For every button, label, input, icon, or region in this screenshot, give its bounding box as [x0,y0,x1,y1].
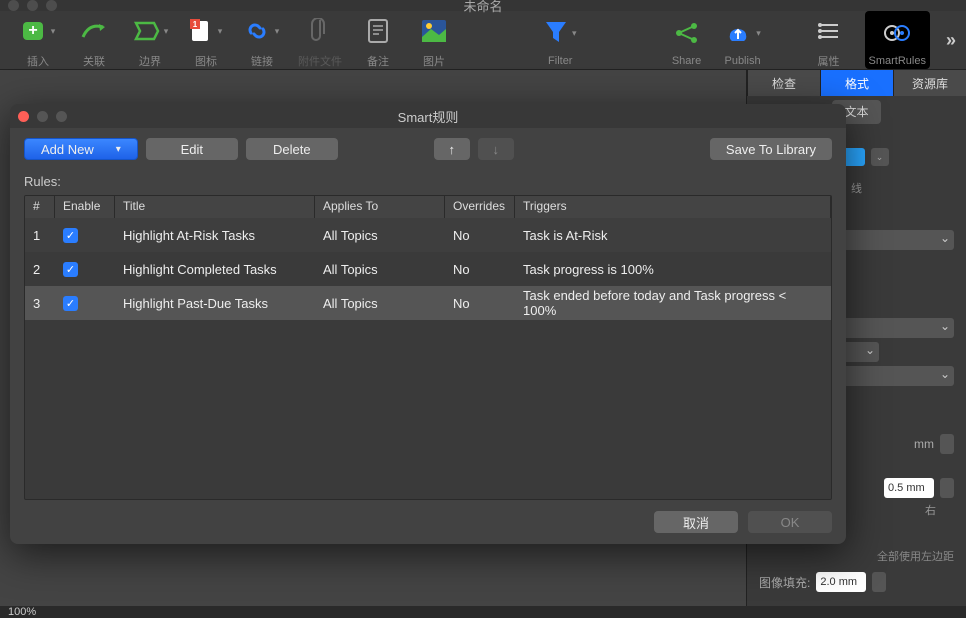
table-row[interactable]: 3 ✓ Highlight Past-Due TasksAll TopicsNoTa… [25,286,831,320]
tool-props[interactable]: 属性 [809,11,849,69]
tool-image[interactable]: 图片 [414,11,454,69]
modal-close[interactable] [18,111,29,122]
modal-min [37,111,48,122]
svg-text:+: + [28,22,37,39]
toolbar: + ▾ 插入 关联 ▾ 边界 1 ▾ 图标 [0,11,966,70]
smartrules-modal: Smart规则 Add New▾ Edit Delete ↑ ↓ Save To… [10,104,846,544]
cancel-button[interactable]: 取消 [654,511,738,533]
checkbox-icon[interactable]: ✓ [63,296,78,311]
stepper-1[interactable] [940,434,954,454]
cell-num: 3 [25,296,55,311]
cell-overrides: No [445,296,515,311]
chevron-down-icon: ▾ [218,26,223,37]
window-title: 未命名 [463,0,502,15]
chevron-down-icon: ▾ [116,144,121,155]
cell-num: 1 [25,228,55,243]
cell-title: Highlight Past-Due Tasks [115,296,315,311]
edit-button[interactable]: Edit [146,138,238,160]
image-fill-input[interactable]: 2.0 mm [816,572,866,592]
cell-applies: All Topics [315,296,445,311]
cell-enable[interactable]: ✓ [55,227,115,243]
rules-table: # Enable Title Applies To Overrides Trig… [24,195,832,500]
tool-publish[interactable]: ▾ Publish [723,13,763,67]
statusbar: 100% [0,606,966,618]
ok-button: OK [748,511,832,533]
cell-triggers: Task is At-Risk [515,228,831,243]
close-window[interactable] [8,0,19,11]
cell-applies: All Topics [315,228,445,243]
image-fill-label: 图像填充: [759,574,810,591]
tool-attach: 附件文件 [298,11,342,69]
panel-tab-format[interactable]: 格式 [820,70,893,96]
col-enable[interactable]: Enable [55,196,115,218]
mm-label: mm [914,437,934,451]
tool-marker[interactable]: 1 ▾ 图标 [186,11,226,69]
col-title[interactable]: Title [115,196,315,218]
tool-relate[interactable]: 关联 [74,11,114,69]
panel-tab-library[interactable]: 资源库 [893,70,966,96]
stroke-dropdown[interactable]: ⌄ [871,148,889,166]
col-num[interactable]: # [25,196,55,218]
cell-overrides: No [445,262,515,277]
move-up-button[interactable]: ↑ [434,138,470,160]
save-to-library-button[interactable]: Save To Library [710,138,832,160]
add-new-button[interactable]: Add New▾ [24,138,138,160]
tool-boundary[interactable]: ▾ 边界 [130,11,170,69]
cell-title: Highlight At-Risk Tasks [115,228,315,243]
tool-filter[interactable]: ▾ Filter [540,13,580,67]
zoom-level[interactable]: 100% [8,606,36,618]
col-overrides[interactable]: Overrides [445,196,515,218]
chevron-down-icon: ▾ [164,26,169,37]
cell-title: Highlight Completed Tasks [115,262,315,277]
cell-enable[interactable]: ✓ [55,295,115,311]
checkbox-icon[interactable]: ✓ [63,262,78,277]
thickness-input[interactable]: 0.5 mm [884,478,934,498]
move-down-button: ↓ [478,138,514,160]
chevron-down-icon: ▾ [572,28,577,39]
toolbar-overflow[interactable]: » [946,30,956,51]
chevron-down-icon: ▾ [51,26,56,37]
rules-label: Rules: [10,170,846,195]
tool-insert[interactable]: + ▾ 插入 [18,11,58,69]
panel-tab-inspect[interactable]: 检查 [747,70,820,96]
col-applies[interactable]: Applies To [315,196,445,218]
tool-link[interactable]: ▾ 链接 [242,11,282,69]
cell-num: 2 [25,262,55,277]
traffic-lights [8,0,57,11]
tool-smartrules[interactable]: SmartRules [865,11,930,69]
use-left-margin: 全部使用左边距 [759,548,954,564]
cell-triggers: Task ended before today and Task progres… [515,288,831,318]
chevron-down-icon: ▾ [756,28,761,39]
cell-triggers: Task progress is 100% [515,262,831,277]
modal-titlebar: Smart规则 [10,104,846,128]
modal-title: Smart规则 [398,107,459,126]
titlebar: 未命名 [0,0,966,11]
cell-enable[interactable]: ✓ [55,261,115,277]
table-row[interactable]: 1 ✓ Highlight At-Risk TasksAll TopicsNoTas… [25,218,831,252]
table-row[interactable]: 2 ✓ Highlight Completed TasksAll TopicsNoT… [25,252,831,286]
delete-button[interactable]: Delete [246,138,338,160]
chevron-down-icon: ▾ [275,26,280,37]
minimize-window[interactable] [27,0,38,11]
cell-applies: All Topics [315,262,445,277]
stepper-2[interactable] [940,478,954,498]
stepper-3[interactable] [872,572,886,592]
zoom-window[interactable] [46,0,57,11]
rules-header: # Enable Title Applies To Overrides Trig… [25,196,831,218]
svg-text:1: 1 [193,20,198,29]
checkbox-icon[interactable]: ✓ [63,228,78,243]
tool-share[interactable]: Share [667,13,707,67]
modal-zoom [56,111,67,122]
col-triggers[interactable]: Triggers [515,196,831,218]
tool-notes[interactable]: 备注 [358,11,398,69]
cell-overrides: No [445,228,515,243]
